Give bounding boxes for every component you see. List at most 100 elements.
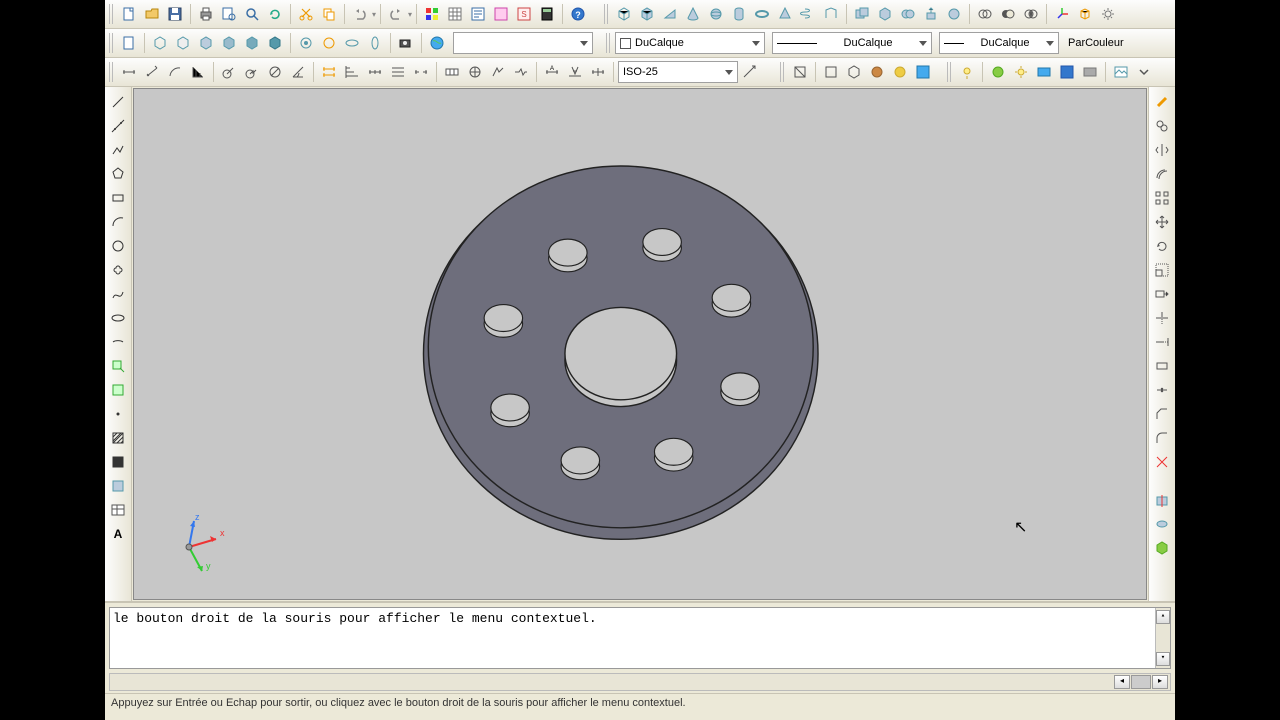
scroll-thumb[interactable]: [1131, 675, 1151, 689]
refresh-icon[interactable]: [264, 3, 286, 25]
render-icon[interactable]: [912, 61, 934, 83]
thicken-icon[interactable]: [1151, 513, 1173, 535]
sphere-icon[interactable]: [705, 3, 727, 25]
inspect-icon[interactable]: [487, 61, 509, 83]
mirror-icon[interactable]: [1151, 139, 1173, 161]
slice-icon[interactable]: [1151, 489, 1173, 511]
dimjogline-icon[interactable]: [510, 61, 532, 83]
array-icon[interactable]: [1151, 187, 1173, 209]
grip[interactable]: [109, 33, 115, 53]
gear-icon[interactable]: [1097, 3, 1119, 25]
dim-linear-icon[interactable]: [118, 61, 140, 83]
dimstyle-combo[interactable]: ISO-25: [618, 61, 738, 83]
grip[interactable]: [947, 62, 953, 82]
dimtedit-icon[interactable]: [564, 61, 586, 83]
revolve-icon[interactable]: [943, 3, 965, 25]
dim-diameter-icon[interactable]: [264, 61, 286, 83]
offset-icon[interactable]: [1151, 163, 1173, 185]
dim-angular-icon[interactable]: [287, 61, 309, 83]
bool-subtract-icon[interactable]: [997, 3, 1019, 25]
dim-arc-icon[interactable]: [164, 61, 186, 83]
properties-icon[interactable]: [467, 3, 489, 25]
section-icon[interactable]: [789, 61, 811, 83]
redo-icon[interactable]: [385, 3, 407, 25]
subtract-icon[interactable]: [874, 3, 896, 25]
break-icon[interactable]: [1151, 355, 1173, 377]
box-icon[interactable]: [613, 3, 635, 25]
soldraw-icon[interactable]: [866, 61, 888, 83]
solview-icon[interactable]: [843, 61, 865, 83]
sun-icon[interactable]: [1010, 61, 1032, 83]
help-icon[interactable]: ?: [567, 3, 589, 25]
lineweight-combo[interactable]: DuCalque: [939, 32, 1059, 54]
command-history[interactable]: le bouton droit de la souris pour affich…: [109, 607, 1171, 669]
image-icon[interactable]: [1110, 61, 1132, 83]
dim-continue-icon[interactable]: [364, 61, 386, 83]
copy-modify-icon[interactable]: [1151, 115, 1173, 137]
hatch-icon[interactable]: [107, 427, 129, 449]
dim-break-icon[interactable]: [410, 61, 432, 83]
orbit4-icon[interactable]: [364, 32, 386, 54]
orbit3-icon[interactable]: [341, 32, 363, 54]
intersect-icon[interactable]: [897, 3, 919, 25]
calculator-icon[interactable]: [536, 3, 558, 25]
table-insert-icon[interactable]: [107, 499, 129, 521]
paste-icon[interactable]: [118, 32, 140, 54]
extrude-icon[interactable]: [920, 3, 942, 25]
view-cube-icon[interactable]: [1074, 3, 1096, 25]
more-icon[interactable]: [1133, 61, 1155, 83]
text-icon[interactable]: A: [107, 523, 129, 545]
grip[interactable]: [606, 33, 612, 53]
dim-ordinate-icon[interactable]: [187, 61, 209, 83]
torus-icon[interactable]: [751, 3, 773, 25]
dim-jogged-icon[interactable]: [241, 61, 263, 83]
extend-icon[interactable]: [1151, 331, 1173, 353]
dimstyle-icon[interactable]: [739, 61, 761, 83]
insert-block-icon[interactable]: [107, 355, 129, 377]
view-shade4-icon[interactable]: [264, 32, 286, 54]
xline-icon[interactable]: [107, 115, 129, 137]
move-icon[interactable]: [1151, 211, 1173, 233]
polyline-icon[interactable]: [107, 139, 129, 161]
print-preview-icon[interactable]: [218, 3, 240, 25]
view-wire-icon[interactable]: [149, 32, 171, 54]
circle-icon[interactable]: [107, 235, 129, 257]
color-combo[interactable]: ParCouleur: [1064, 33, 1134, 53]
line-icon[interactable]: [107, 91, 129, 113]
grip[interactable]: [109, 62, 115, 82]
rectangle-icon[interactable]: [107, 187, 129, 209]
dimoverride-icon[interactable]: [587, 61, 609, 83]
grip[interactable]: [780, 62, 786, 82]
gradient-icon[interactable]: [107, 451, 129, 473]
dim-baseline-icon[interactable]: [341, 61, 363, 83]
camera-icon[interactable]: [395, 32, 417, 54]
orbit1-icon[interactable]: [295, 32, 317, 54]
scale-icon[interactable]: [1151, 259, 1173, 281]
centermark-icon[interactable]: [464, 61, 486, 83]
layer-combo[interactable]: DuCalque: [615, 32, 765, 54]
drawing-icon[interactable]: [490, 3, 512, 25]
print-icon[interactable]: [195, 3, 217, 25]
orbit2-icon[interactable]: [318, 32, 340, 54]
undo-icon[interactable]: [349, 3, 371, 25]
empty-combo[interactable]: [453, 32, 593, 54]
join-icon[interactable]: [1151, 379, 1173, 401]
polygon-icon[interactable]: [107, 163, 129, 185]
stretch-icon[interactable]: [1151, 283, 1173, 305]
explode-icon[interactable]: [1151, 451, 1173, 473]
scroll-left-button[interactable]: ◂: [1114, 675, 1130, 689]
ellipse-arc-icon[interactable]: [107, 331, 129, 353]
new-icon[interactable]: [118, 3, 140, 25]
polysolid-icon[interactable]: [820, 3, 842, 25]
view-shade2-icon[interactable]: [218, 32, 240, 54]
save-icon[interactable]: [164, 3, 186, 25]
point-icon[interactable]: [107, 403, 129, 425]
light-icon[interactable]: [956, 61, 978, 83]
union-icon[interactable]: [851, 3, 873, 25]
renderview-icon[interactable]: [1056, 61, 1078, 83]
search-icon[interactable]: [241, 3, 263, 25]
view-hidden-icon[interactable]: [172, 32, 194, 54]
scroll-up-button[interactable]: ▴: [1156, 610, 1170, 624]
make-block-icon[interactable]: [107, 379, 129, 401]
scroll-right-button[interactable]: ▸: [1152, 675, 1168, 689]
